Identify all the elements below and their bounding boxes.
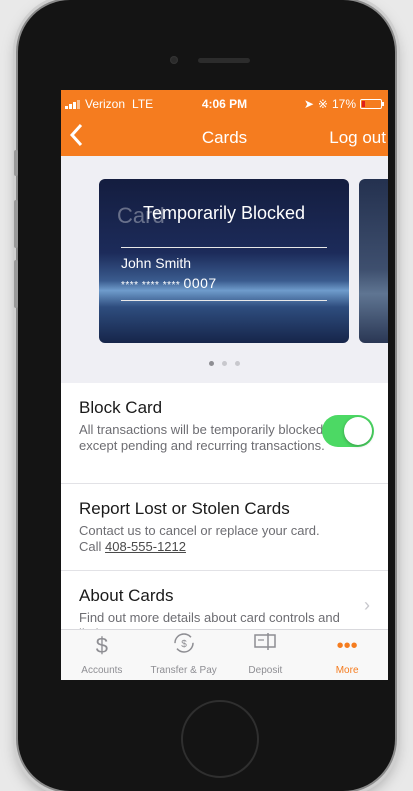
tab-more[interactable]: ••• More xyxy=(306,630,388,680)
report-lost-row[interactable]: Report Lost or Stolen Cards Contact us t… xyxy=(61,484,388,571)
page-indicator xyxy=(61,353,388,371)
more-icon: ••• xyxy=(336,635,358,657)
chevron-right-icon: › xyxy=(364,595,370,615)
tab-label: Transfer & Pay xyxy=(150,665,217,676)
nav-bar: Cards Log out xyxy=(61,118,388,156)
bluetooth-icon: ※ xyxy=(317,97,328,111)
status-bar: Verizon LTE 4:06 PM ➤ ※ 17% xyxy=(61,90,388,118)
report-lost-title: Report Lost or Stolen Cards xyxy=(79,499,290,518)
transfer-icon: $ xyxy=(143,630,225,660)
battery-percent: 17% xyxy=(331,97,356,111)
tab-label: More xyxy=(335,665,359,676)
logout-button[interactable]: Log out xyxy=(329,128,386,148)
volume-up-button xyxy=(14,200,18,248)
about-cards-title: About Cards xyxy=(79,586,174,605)
front-camera xyxy=(170,56,178,64)
tab-transfer-pay[interactable]: $ Transfer & Pay xyxy=(143,630,225,680)
card-carousel[interactable]: Card Temporarily Blocked John Smith ****… xyxy=(61,156,388,383)
block-card-row: Block Card All transactions will be temp… xyxy=(61,383,388,484)
deposit-icon xyxy=(225,630,307,660)
tab-label: Deposit xyxy=(248,665,283,676)
volume-down-button xyxy=(14,260,18,308)
earpiece-speaker xyxy=(198,58,250,63)
card-number: **** **** **** 0007 xyxy=(121,275,217,291)
phone-link[interactable]: 408-555-1212 xyxy=(105,539,186,554)
svg-text:$: $ xyxy=(181,639,187,650)
battery-icon xyxy=(360,99,384,109)
block-card-title: Block Card xyxy=(79,398,163,417)
page-dot xyxy=(222,361,227,366)
phone-frame: Verizon LTE 4:06 PM ➤ ※ 17% Cards Log ou… xyxy=(14,0,395,791)
next-card-peek[interactable] xyxy=(359,179,388,343)
card-divider xyxy=(121,300,327,301)
tab-bar: $ Accounts $ Transfer & Pay Deposit ••• … xyxy=(61,629,388,680)
tab-accounts[interactable]: $ Accounts xyxy=(61,630,143,680)
card-holder: John Smith xyxy=(121,255,192,271)
page-dot xyxy=(209,361,214,366)
tab-label: Accounts xyxy=(81,665,123,676)
card-status: Temporarily Blocked xyxy=(142,203,306,223)
mute-switch xyxy=(14,150,18,176)
card-last4: 0007 xyxy=(183,275,217,291)
tab-deposit[interactable]: Deposit xyxy=(225,630,307,680)
block-card-description: All transactions will be temporarily blo… xyxy=(79,422,325,453)
debit-card[interactable]: Card Temporarily Blocked John Smith ****… xyxy=(99,179,349,343)
home-button[interactable] xyxy=(181,700,259,778)
report-lost-description: Contact us to cancel or replace your car… xyxy=(79,523,320,555)
card-divider xyxy=(121,247,327,248)
location-icon: ➤ xyxy=(303,97,314,111)
app-screen: Verizon LTE 4:06 PM ➤ ※ 17% Cards Log ou… xyxy=(61,90,388,680)
call-prefix: Call xyxy=(79,539,102,554)
report-lost-text: Contact us to cancel or replace your car… xyxy=(79,523,320,538)
toggle-knob xyxy=(344,417,372,445)
block-card-toggle[interactable] xyxy=(322,415,374,447)
page-dot xyxy=(235,361,240,366)
dollar-icon: $ xyxy=(95,633,108,658)
card-masked-digits: **** **** **** xyxy=(121,280,181,291)
card-options-list: Block Card All transactions will be temp… xyxy=(61,383,388,642)
